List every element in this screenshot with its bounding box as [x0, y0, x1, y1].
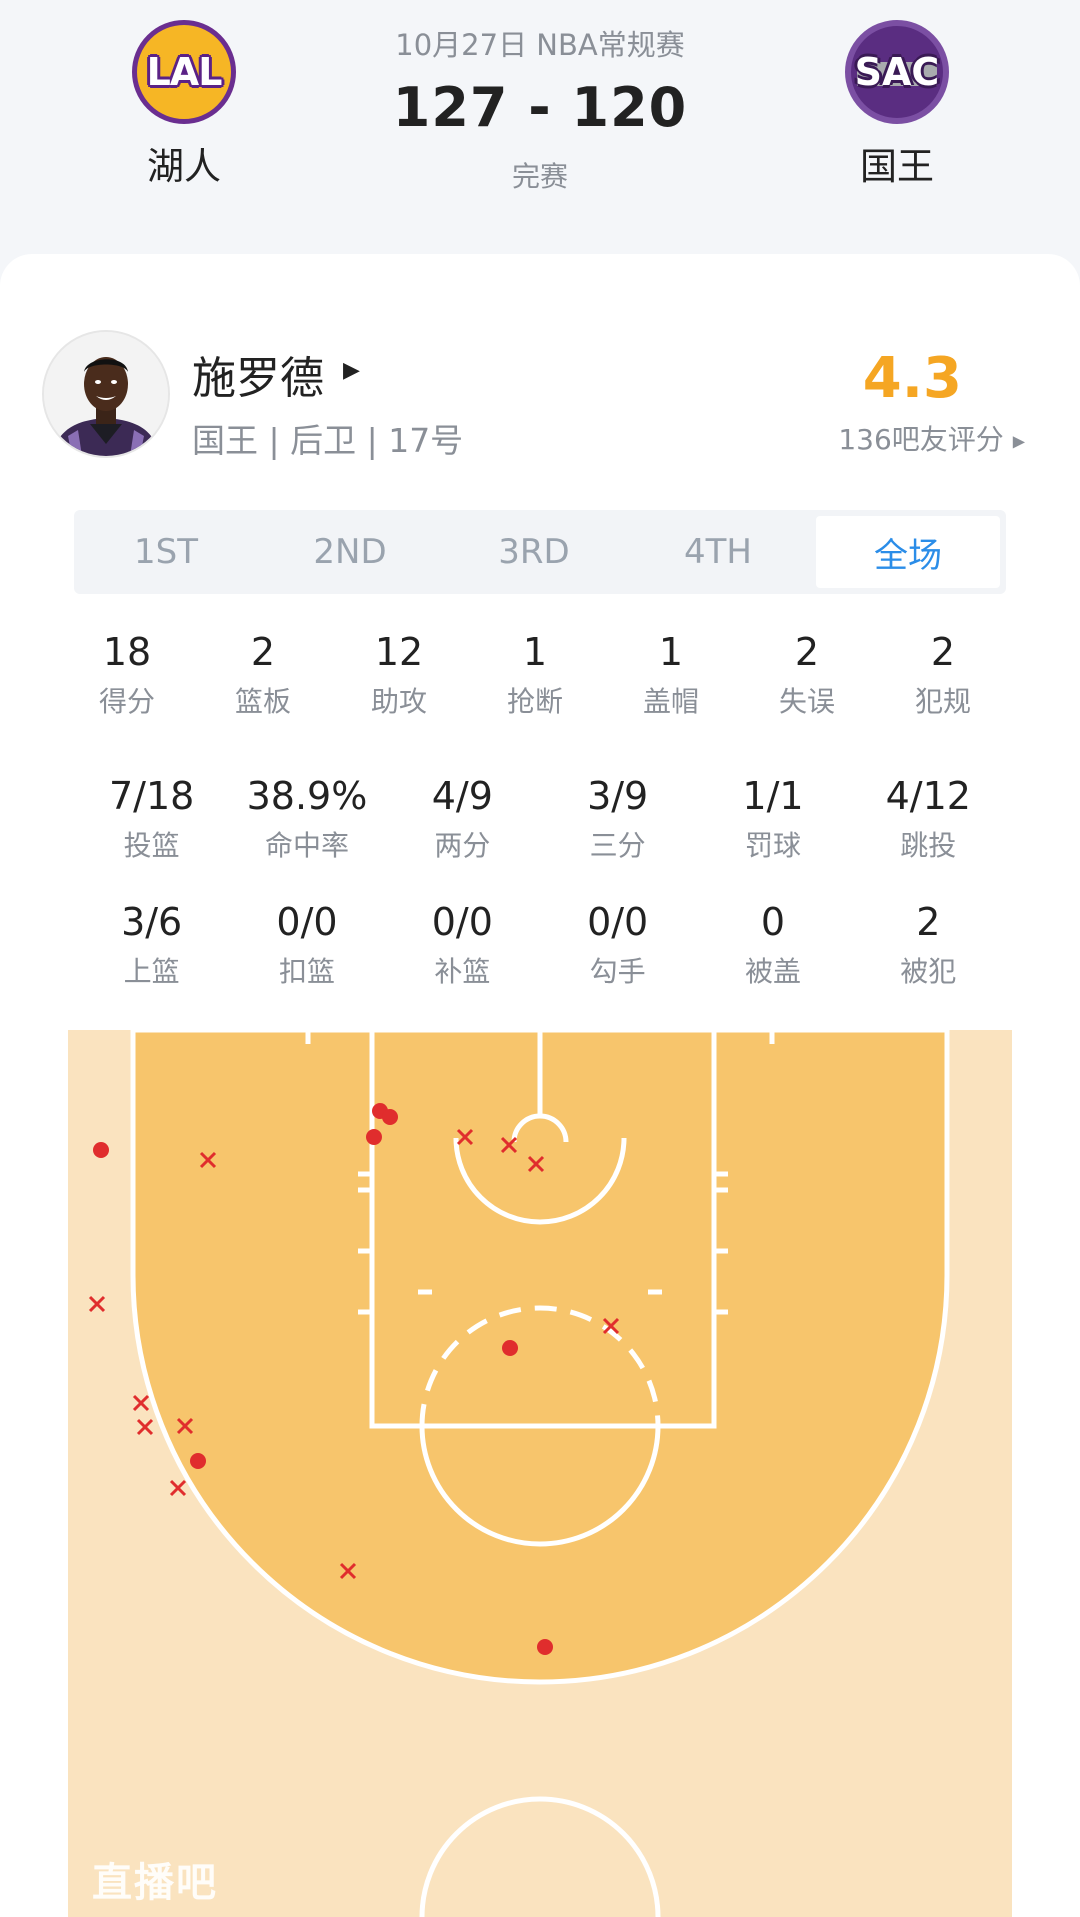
game-header: LAL 湖人 10月27日 NBA常规赛 127 - 120 完赛 SAC 国王 — [0, 0, 1080, 250]
player-meta: 国王 | 后卫 | 17号 — [192, 421, 464, 460]
period-tabs: 1ST 2ND 3RD 4TH 全场 — [74, 510, 1006, 594]
stat-dunk: 0/0 扣篮 — [229, 900, 384, 990]
stats-row-basic: 18 得分 2 篮板 12 助攻 1 抢断 1 盖帽 2 失误 2 犯规 — [59, 630, 1011, 720]
player-stats-card: 施罗德 ▶ 国王 | 后卫 | 17号 4.3 136吧友评分 ▶ 1ST 2N… — [0, 254, 1080, 1917]
stat-label: 上篮 — [123, 955, 180, 988]
stat-value: 1 — [658, 630, 684, 674]
stat-label: 失误 — [778, 685, 835, 718]
stat-blocked: 0 被盖 — [695, 900, 850, 990]
stat-label: 被犯 — [900, 955, 957, 988]
stat-value: 1/1 — [742, 774, 804, 818]
stat-label: 得分 — [98, 685, 155, 718]
stat-value: 12 — [374, 630, 424, 674]
paint-area — [369, 1030, 717, 1429]
stats-row-shot-types: 3/6 上篮 0/0 扣篮 0/0 补篮 0/0 勾手 0 被盖 2 被犯 — [74, 900, 1006, 990]
stat-label: 篮板 — [234, 685, 291, 718]
player-photo-icon — [44, 332, 168, 456]
shot-chart-court — [68, 1030, 1012, 1917]
stat-label: 两分 — [434, 829, 491, 862]
tab-2nd[interactable]: 2ND — [258, 510, 442, 594]
stat-label: 跳投 — [900, 829, 957, 862]
lakers-logo: LAL — [132, 20, 236, 124]
stat-value: 0/0 — [431, 900, 493, 944]
stat-value: 38.9% — [246, 774, 368, 818]
stat-value: 4/12 — [885, 774, 971, 818]
away-team[interactable]: SAC 国王 — [797, 20, 997, 190]
stats-row-shooting: 7/18 投篮 38.9% 命中率 4/9 两分 3/9 三分 1/1 罚球 4/12 跳投 — [74, 774, 1006, 864]
stat-value: 2 — [250, 630, 276, 674]
stat-value: 4/9 — [431, 774, 493, 818]
tab-full-game[interactable]: 全场 — [816, 516, 1000, 588]
game-score: 127 - 120 — [392, 76, 688, 139]
stat-label: 抢断 — [506, 685, 563, 718]
made-shot-marker — [366, 1129, 382, 1145]
stat-2pt: 4/9 两分 — [385, 774, 540, 864]
game-status: 完赛 — [511, 160, 568, 193]
stat-turnovers: 2 失误 — [739, 630, 875, 720]
home-team-name: 湖人 — [147, 145, 221, 188]
away-team-name: 国王 — [860, 145, 934, 188]
game-date: 10月27日 NBA常规赛 — [395, 28, 685, 62]
stat-value: 0/0 — [587, 900, 649, 944]
made-shot-marker — [93, 1142, 109, 1158]
stat-label: 被盖 — [744, 955, 801, 988]
stat-value: 0/0 — [276, 900, 338, 944]
stat-jumpshot: 4/12 跳投 — [851, 774, 1006, 864]
stat-label: 助攻 — [370, 685, 427, 718]
stat-value: 3/6 — [121, 900, 183, 944]
stat-value: 1 — [522, 630, 548, 674]
stat-value: 2 — [794, 630, 820, 674]
stat-value: 7/18 — [108, 774, 195, 818]
kings-logo: SAC — [845, 20, 949, 124]
rating-count-label: 136吧友评分 — [838, 423, 1004, 456]
tab-4th[interactable]: 4TH — [626, 510, 810, 594]
stat-rebounds: 2 篮板 — [195, 630, 331, 720]
stat-label: 勾手 — [589, 955, 646, 988]
stat-ft: 1/1 罚球 — [695, 774, 850, 864]
stat-hook: 0/0 勾手 — [540, 900, 695, 990]
stat-fg: 7/18 投篮 — [74, 774, 229, 864]
stat-steals: 1 抢断 — [467, 630, 603, 720]
made-shot-marker — [502, 1340, 518, 1356]
stat-tipin: 0/0 补篮 — [385, 900, 540, 990]
stat-label: 三分 — [589, 829, 646, 862]
stat-label: 补篮 — [434, 955, 491, 988]
stat-fg-pct: 38.9% 命中率 — [229, 774, 384, 864]
stat-value: 18 — [102, 630, 152, 674]
tab-1st[interactable]: 1ST — [74, 510, 258, 594]
stat-value: 0 — [760, 900, 786, 944]
stat-label: 命中率 — [264, 829, 349, 862]
stat-value: 2 — [930, 630, 956, 674]
stat-value: 2 — [916, 900, 941, 944]
caret-right-icon: ▶ — [1012, 431, 1025, 451]
made-shot-marker — [190, 1453, 206, 1469]
stat-value: 3/9 — [587, 774, 649, 818]
stat-label: 扣篮 — [278, 955, 335, 988]
home-team[interactable]: LAL 湖人 — [84, 20, 284, 190]
rating-count-link[interactable]: 136吧友评分 ▶ — [838, 418, 1025, 458]
tab-3rd[interactable]: 3RD — [442, 510, 626, 594]
stat-label: 犯规 — [914, 685, 971, 718]
player-avatar[interactable] — [42, 330, 170, 458]
stat-label: 投篮 — [123, 829, 180, 862]
caret-right-icon[interactable]: ▶ — [343, 358, 360, 383]
stat-assists: 12 助攻 — [331, 630, 467, 720]
stat-fouled: 2 被犯 — [851, 900, 1006, 990]
stat-layup: 3/6 上篮 — [74, 900, 229, 990]
stat-fouls: 2 犯规 — [875, 630, 1011, 720]
made-shot-marker — [537, 1639, 553, 1655]
stat-points: 18 得分 — [59, 630, 195, 720]
stat-blocks: 1 盖帽 — [603, 630, 739, 720]
stat-label: 盖帽 — [642, 685, 699, 718]
stat-label: 罚球 — [744, 829, 801, 862]
made-shot-marker — [382, 1109, 398, 1125]
stat-3pt: 3/9 三分 — [540, 774, 695, 864]
watermark-logo: 直播吧 — [92, 1860, 218, 1906]
player-name[interactable]: 施罗德 — [192, 342, 324, 406]
game-info: 10月27日 NBA常规赛 127 - 120 完赛 — [340, 22, 740, 195]
player-rating: 4.3 — [862, 346, 962, 411]
